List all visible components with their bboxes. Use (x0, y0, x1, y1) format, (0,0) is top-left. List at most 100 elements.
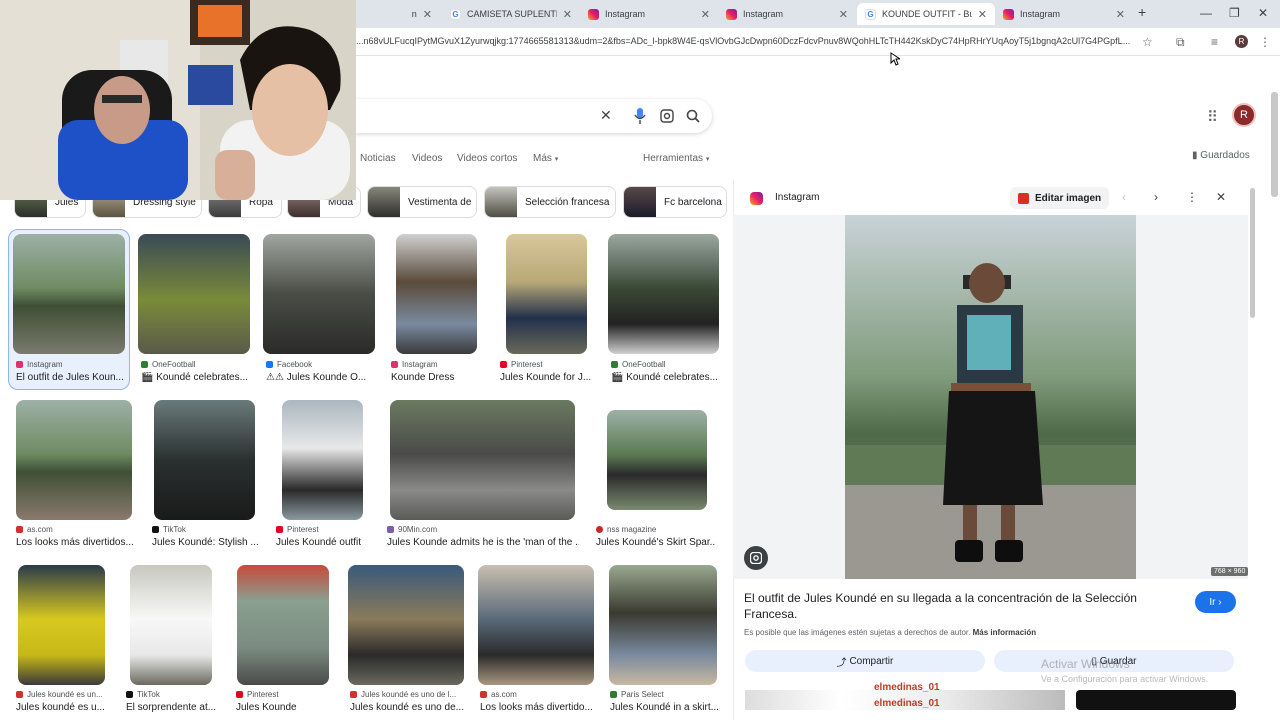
more-options-icon[interactable]: ⋮ (1186, 190, 1198, 204)
instagram-icon (750, 192, 763, 205)
result-title[interactable]: Jules Koundé's Skirt Spar... (596, 537, 716, 548)
result-title[interactable]: Jules Kounde for J... (500, 372, 592, 383)
result-title[interactable]: Jules koundé es u... (16, 702, 108, 713)
next-arrow-icon[interactable]: › (1154, 190, 1158, 204)
visit-button[interactable]: Ir › (1195, 591, 1236, 613)
more-info-link[interactable]: Más información (973, 628, 1037, 637)
previous-arrow-icon[interactable]: ‹ (1122, 190, 1126, 204)
bookmark-icon: ▮ (1192, 150, 1198, 161)
copyright-notice: Es posible que las imágenes estén sujeta… (744, 628, 1036, 637)
result-thumbnail (18, 565, 105, 685)
lens-icon (750, 552, 762, 564)
share-button[interactable]: ⤴ Compartir (745, 650, 985, 672)
windows-activation-subtitle: Ve a Configuración para activar Windows. (1041, 674, 1209, 684)
preview-title[interactable]: El outfit de Jules Koundé en su llegada … (744, 590, 1164, 622)
close-icon[interactable]: ✕ (1216, 190, 1226, 204)
visit-label: Ir (1209, 596, 1216, 608)
minimize-icon[interactable]: — (1200, 6, 1212, 20)
result-thumbnail (13, 234, 125, 354)
restore-icon[interactable]: ❐ (1229, 6, 1240, 20)
chip-fc-barcelona[interactable]: Fc barcelona (623, 186, 727, 218)
result-source: 90Min.com (387, 525, 437, 534)
edit-image-button[interactable]: Editar imagen (1010, 187, 1110, 209)
page-scrollbar[interactable] (1271, 92, 1278, 197)
saved-button[interactable]: ▮ Guardados (1192, 150, 1250, 161)
panel-scrollbar[interactable] (1250, 188, 1255, 318)
result-thumbnail (396, 234, 477, 354)
search-box[interactable]: ✕ (356, 99, 712, 133)
result-source: TikTok (126, 690, 160, 699)
related-image-thumbnail[interactable] (1076, 690, 1236, 710)
close-icon[interactable]: ✕ (423, 8, 432, 21)
result-thumbnail (154, 400, 255, 520)
panel-source[interactable]: Instagram (775, 192, 819, 203)
result-title[interactable]: Jules Koundé outfit (276, 537, 376, 548)
google-icon: G (450, 8, 461, 20)
tab-mas[interactable]: Más ▾ (533, 153, 558, 164)
clear-search-icon[interactable]: ✕ (600, 107, 612, 124)
browser-tab-active[interactable]: G KOUNDE OUTFIT - Buscar ✕ (857, 3, 995, 25)
close-window-icon[interactable]: ✕ (1258, 6, 1268, 20)
tools-button[interactable]: Herramientas ▾ (643, 153, 709, 164)
result-source: Jules koundé es uno de l... (350, 690, 456, 699)
result-title[interactable]: 🎬 Koundé celebrates... (611, 372, 719, 383)
browser-menu-icon[interactable]: ⋮ (1259, 35, 1271, 49)
tab-videos[interactable]: Videos (412, 153, 442, 164)
preview-image[interactable] (845, 215, 1136, 579)
result-source: OneFootball (141, 360, 196, 369)
browser-tab-6[interactable]: Instagram ✕ (995, 3, 1133, 25)
search-icon[interactable] (686, 109, 700, 123)
google-icon: G (865, 8, 876, 20)
chip-label: Vestimenta de (408, 196, 472, 208)
close-icon[interactable]: ✕ (1116, 8, 1125, 21)
result-title[interactable]: El sorprendente at... (126, 702, 216, 713)
close-icon[interactable]: ✕ (839, 8, 848, 21)
share-label: Compartir (849, 655, 894, 667)
result-source: Instagram (16, 360, 63, 369)
new-tab-button[interactable]: + (1138, 4, 1146, 20)
browser-tab-2[interactable]: G CAMISETA SUPLENTE DE ✕ (442, 3, 580, 25)
extensions-icon[interactable]: ⧉ (1176, 35, 1185, 50)
result-title[interactable]: Jules Koundé in a skirt... (610, 702, 720, 713)
google-profile-avatar[interactable]: R (1232, 103, 1256, 127)
result-title[interactable]: Los looks más divertidos... (16, 537, 134, 548)
result-thumbnail (609, 565, 717, 685)
url-field[interactable]: ...n68vULFucqIPytMGvuX1Zyurwqjkg:1774665… (356, 36, 1136, 46)
result-title[interactable]: ⚠⚠ Jules Kounde O... (266, 372, 374, 383)
result-title[interactable]: Kounde Dress (391, 372, 491, 383)
tools-label: Herramientas (643, 153, 704, 164)
result-title[interactable]: Jules Kounde (236, 702, 332, 713)
chip-seleccion-francesa[interactable]: Selección francesa (484, 186, 616, 218)
browser-tab-4[interactable]: Instagram ✕ (718, 3, 856, 25)
result-thumbnail (16, 400, 132, 520)
result-title[interactable]: Jules Koundé: Stylish ... (152, 537, 258, 548)
bookmark-star-icon[interactable]: ☆ (1142, 35, 1153, 49)
result-thumbnail (348, 565, 464, 685)
media-controls-icon[interactable]: ≡ (1211, 35, 1218, 49)
result-source: Instagram (391, 360, 438, 369)
tab-videos-cortos[interactable]: Videos cortos (457, 153, 517, 164)
lens-icon[interactable] (660, 109, 674, 123)
result-title[interactable]: 🎬 Koundé celebrates... (141, 372, 249, 383)
lens-search-button[interactable] (744, 546, 768, 570)
saved-label: Guardados (1200, 150, 1250, 161)
result-title[interactable]: Jules koundé es uno de... (350, 702, 466, 713)
close-icon[interactable]: ✕ (563, 8, 572, 21)
chip-thumbnail (485, 187, 517, 217)
tab-title: Instagram (743, 9, 784, 19)
close-icon[interactable]: ✕ (701, 8, 710, 21)
browser-profile-avatar[interactable]: R (1235, 35, 1248, 48)
result-title[interactable]: Jules Kounde admits he is the 'man of th… (387, 537, 579, 548)
tab-noticias[interactable]: Noticias (360, 153, 396, 164)
close-icon[interactable]: ✕ (978, 8, 987, 21)
result-thumbnail (263, 234, 375, 354)
chip-vestimenta-de[interactable]: Vestimenta de (367, 186, 477, 218)
google-apps-icon[interactable]: ⠿ (1207, 108, 1218, 126)
browser-tab-3[interactable]: Instagram ✕ (580, 3, 718, 25)
result-title[interactable]: Los looks más divertido... (480, 702, 594, 713)
result-source: TikTok (152, 525, 186, 534)
webcam-overlay (0, 0, 356, 200)
result-title[interactable]: El outfit de Jules Koun... (16, 372, 124, 383)
tab-title: Instagram (605, 9, 646, 19)
mic-icon[interactable] (634, 108, 646, 124)
